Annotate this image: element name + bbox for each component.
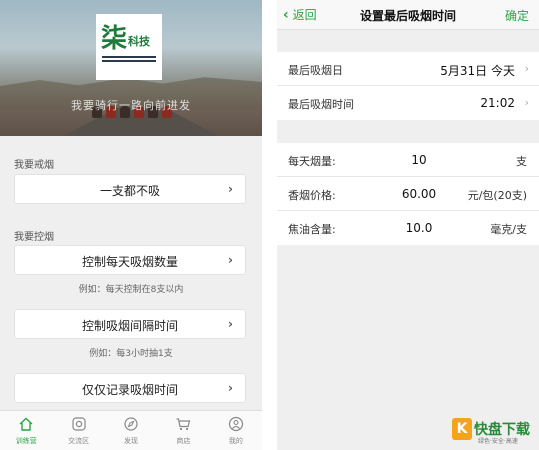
chevron-right-icon: › [228, 381, 233, 395]
logo-underline [102, 60, 156, 62]
tab-discover[interactable]: 发现 [105, 411, 157, 450]
interval-hint: 例如：每3小时抽1支 [89, 349, 173, 359]
chevron-right-icon: › [524, 96, 529, 109]
row-label: 每天烟量: [288, 155, 336, 168]
hero-banner: 柒 科技 我要骑行一路向前进发 [0, 0, 262, 136]
tab-shop[interactable]: 商店 [157, 411, 209, 450]
tab-training-camp[interactable]: 训练营 [0, 411, 52, 450]
chevron-right-icon: › [228, 317, 233, 331]
section-title-quit: 我要戒烟 [14, 160, 54, 171]
last-smoke-time-value: 21:02 [480, 96, 515, 110]
last-smoke-date-value: 5月31日 今天 [440, 64, 515, 78]
price-row: 香烟价格: 60.00 元/包(20支) [277, 177, 539, 211]
chat-icon [72, 417, 86, 431]
tab-label: 发现 [124, 437, 139, 445]
tab-label: 我的 [228, 437, 243, 445]
unit-label: 元/包(20支) [467, 189, 527, 202]
button-label: 控制吸烟间隔时间 [81, 319, 178, 333]
app-logo: 柒 科技 [96, 14, 162, 80]
chevron-right-icon: › [228, 182, 233, 196]
last-smoke-date-row[interactable]: 最后吸烟日 5月31日 今天 › [277, 52, 539, 86]
row-label: 焦油含量: [288, 223, 336, 236]
row-label: 香烟价格: [288, 189, 336, 202]
record-only-button[interactable]: 仅仅记录吸烟时间 › [14, 373, 246, 403]
cart-icon [176, 418, 191, 431]
bottom-tab-bar: 训练营 交流区 发现 商店 我的 [0, 410, 262, 450]
tab-label: 商店 [176, 437, 191, 445]
tab-community[interactable]: 交流区 [52, 411, 104, 450]
hero-slogan: 我要骑行一路向前进发 [71, 99, 191, 112]
screenshot-root: 柒 科技 我要骑行一路向前进发 我要戒烟 一支都不吸 › 我要控烟 控制每天吸烟… [0, 0, 539, 450]
page-title: 设置最后吸烟时间 [359, 9, 456, 23]
watermark-subtext: 绿色·安全·高速 [478, 438, 518, 445]
button-label: 仅仅记录吸烟时间 [81, 383, 178, 397]
time-settings-group: 最后吸烟日 5月31日 今天 › 最后吸烟时间 21:02 › [277, 52, 539, 120]
logo-glyph: 柒 [101, 24, 128, 54]
tar-row: 焦油含量: 10.0 毫克/支 [277, 211, 539, 245]
row-label: 最后吸烟日 [288, 64, 343, 77]
chevron-right-icon: › [524, 62, 529, 75]
limit-daily-count-button[interactable]: 控制每天吸烟数量 › [14, 245, 246, 275]
cigarette-settings-group: 每天烟量: 10 支 香烟价格: 60.00 元/包(20支) 焦油含量: 10… [277, 143, 539, 245]
plan-selection-screen: 柒 科技 我要骑行一路向前进发 我要戒烟 一支都不吸 › 我要控烟 控制每天吸烟… [0, 0, 262, 450]
daily-count-hint: 例如：每天控制在8支以内 [78, 285, 184, 295]
logo-underline [102, 56, 156, 58]
daily-count-field[interactable]: 10 [389, 153, 449, 167]
last-smoke-time-screen: ‹ 返回 设置最后吸烟时间 确定 最后吸烟日 5月31日 今天 › 最后吸烟时间… [277, 0, 539, 450]
home-icon [19, 417, 33, 431]
watermark-badge: K [452, 418, 472, 440]
site-watermark: K 快盘下载 绿色·安全·高速 [452, 418, 534, 446]
daily-count-row: 每天烟量: 10 支 [277, 143, 539, 177]
chevron-right-icon: › [228, 253, 233, 267]
compass-icon [124, 417, 138, 431]
quit-completely-button[interactable]: 一支都不吸 › [14, 174, 246, 204]
button-label: 一支都不吸 [99, 184, 160, 198]
unit-label: 毫克/支 [490, 223, 527, 236]
button-label: 控制每天吸烟数量 [81, 255, 178, 269]
user-icon [228, 416, 243, 432]
tab-label: 训练营 [15, 437, 37, 445]
tab-profile[interactable]: 我的 [210, 411, 262, 450]
unit-label: 支 [516, 155, 527, 168]
section-title-control: 我要控烟 [14, 232, 54, 243]
tar-field[interactable]: 10.0 [389, 221, 449, 235]
last-smoke-time-row[interactable]: 最后吸烟时间 21:02 › [277, 86, 539, 120]
tab-label: 交流区 [68, 437, 90, 445]
nav-bar: ‹ 返回 设置最后吸烟时间 确定 [277, 0, 539, 30]
price-field[interactable]: 60.00 [389, 187, 449, 201]
confirm-button[interactable]: 确定 [505, 7, 529, 24]
limit-interval-button[interactable]: 控制吸烟间隔时间 › [14, 309, 246, 339]
row-label: 最后吸烟时间 [288, 98, 354, 111]
logo-text: 科技 [128, 35, 150, 48]
